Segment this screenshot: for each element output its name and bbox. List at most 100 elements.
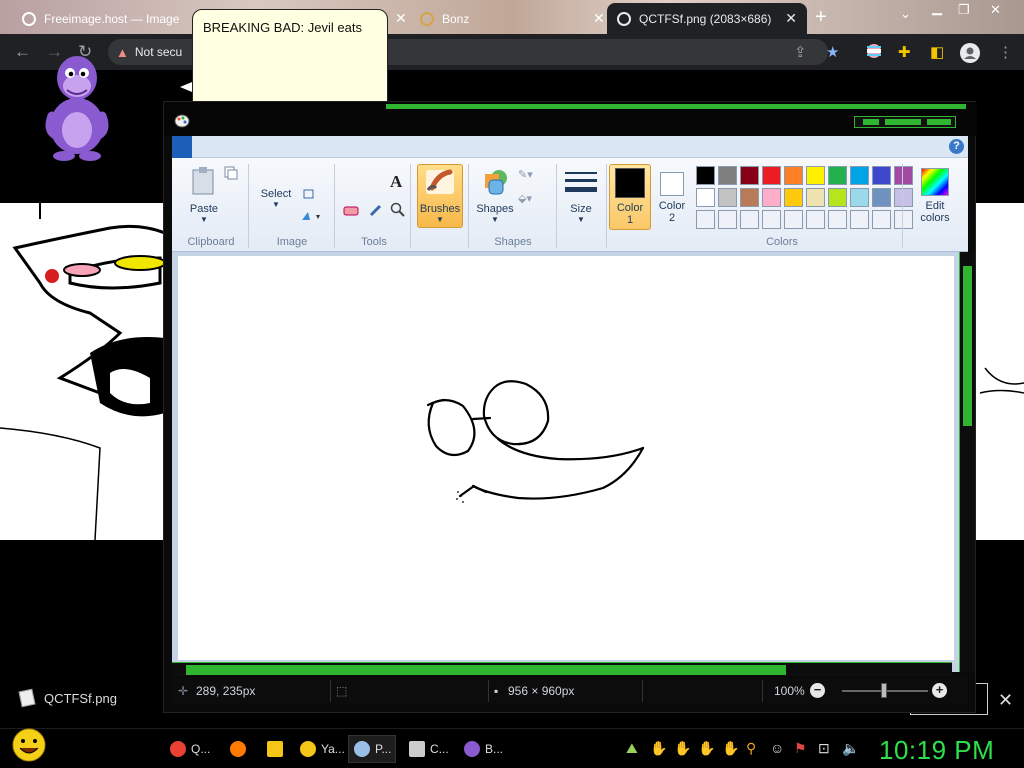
palette-custom-slot[interactable]	[872, 210, 891, 229]
bookmark-star-icon[interactable]: ★	[826, 43, 839, 61]
tab-bonzi-close[interactable]: ✕	[583, 3, 603, 34]
color-picker-button[interactable]	[368, 202, 384, 221]
tab-bonzi[interactable]: Bonz	[410, 3, 480, 34]
horizontal-scrollbar[interactable]	[172, 662, 952, 676]
security-label[interactable]: Not secu	[135, 45, 182, 59]
tab-qctfsf[interactable]: QCTFSf.png (2083×686) ✕	[607, 3, 807, 34]
tab-close-x[interactable]: ✕	[385, 3, 405, 34]
taskbar-bonzi[interactable]: B...	[459, 735, 507, 763]
zoom-out-button[interactable]: −	[810, 683, 825, 698]
palette-custom-slot[interactable]	[718, 210, 737, 229]
color1-content[interactable]: Color 1	[612, 168, 648, 226]
palette-swatch[interactable]	[784, 188, 803, 207]
taskbar-paint[interactable]: P...	[348, 735, 396, 763]
tray-app-icon[interactable]: ✋	[722, 740, 739, 757]
palette-swatch[interactable]	[740, 188, 759, 207]
tray-network-icon[interactable]: ⊡	[818, 740, 830, 757]
tray-app-icon[interactable]: ✋	[674, 740, 691, 757]
palette-custom-slot[interactable]	[828, 210, 847, 229]
magnifier-button[interactable]	[390, 202, 406, 221]
palette-custom-slot[interactable]	[806, 210, 825, 229]
palette-swatch[interactable]	[784, 166, 803, 185]
crop-button[interactable]	[302, 188, 316, 203]
close-window-icon[interactable]: ✕	[990, 2, 1001, 18]
palette-swatch[interactable]	[696, 188, 715, 207]
palette-swatch[interactable]	[872, 166, 891, 185]
close-icon[interactable]: ✕	[785, 10, 797, 27]
outline-button[interactable]: ✎▾	[518, 168, 533, 181]
minimize-icon[interactable]: ▁	[932, 0, 942, 16]
palette-swatch[interactable]	[696, 166, 715, 185]
taskbar-clock[interactable]: 10:19 PM	[879, 735, 994, 766]
shapes-button[interactable]: Shapes ▼	[474, 168, 516, 224]
palette-swatch[interactable]	[718, 188, 737, 207]
download-file-name[interactable]: QCTFSf.png	[44, 691, 117, 706]
paste-button[interactable]: Paste ▼	[184, 166, 224, 224]
copy-button[interactable]	[224, 166, 238, 183]
side-panel-icon[interactable]: ◧	[930, 43, 944, 61]
chevron-down-icon[interactable]: ⌄	[900, 6, 911, 22]
tray-app-icon[interactable]: ✋	[698, 740, 715, 757]
color2-button[interactable]: Color 2	[654, 172, 690, 224]
palette-swatch[interactable]	[828, 166, 847, 185]
palette-swatch[interactable]	[872, 188, 891, 207]
profile-flag-icon[interactable]	[866, 43, 882, 63]
palette-swatch[interactable]	[718, 166, 737, 185]
palette-swatch[interactable]	[850, 166, 869, 185]
palette-swatch[interactable]	[806, 188, 825, 207]
eraser-tool-button[interactable]	[342, 204, 360, 221]
horizontal-scroll-thumb[interactable]	[186, 665, 786, 675]
palette-swatch[interactable]	[762, 188, 781, 207]
close-icon[interactable]: ✕	[998, 690, 1013, 711]
window-controls[interactable]	[854, 116, 956, 128]
start-button[interactable]	[4, 728, 54, 762]
restore-icon[interactable]: ❐	[958, 2, 970, 18]
fill-button[interactable]: ⬙▾	[518, 192, 532, 205]
palette-custom-slot[interactable]	[850, 210, 869, 229]
palette-custom-slot[interactable]	[784, 210, 803, 229]
taskbar-yahoo[interactable]: Ya...	[295, 735, 345, 763]
tray-app-icon[interactable]: ⛰	[626, 740, 638, 757]
menu-dots-icon[interactable]: ⋮	[998, 43, 1013, 61]
palette-swatch[interactable]	[740, 166, 759, 185]
help-icon[interactable]: ?	[949, 139, 964, 154]
bonzi-buddy-character[interactable]	[36, 46, 118, 164]
rotate-button[interactable]	[300, 210, 322, 225]
palette-swatch[interactable]	[806, 166, 825, 185]
paint-app-icon[interactable]	[174, 114, 190, 131]
palette-custom-slot[interactable]	[762, 210, 781, 229]
palette-custom-slot[interactable]	[696, 210, 715, 229]
back-arrow-icon[interactable]: ←	[14, 42, 31, 62]
tray-app-icon[interactable]: ✋	[650, 740, 667, 757]
share-icon[interactable]: ⇪	[794, 43, 807, 61]
close-icon[interactable]: ✕	[395, 10, 405, 27]
text-tool-button[interactable]: A	[390, 172, 402, 192]
tray-chat-icon[interactable]: ☺	[770, 740, 784, 756]
vertical-scrollbar[interactable]	[959, 252, 975, 672]
tray-flag-icon[interactable]: ⚑	[794, 740, 807, 757]
taskbar-cmd[interactable]: C...	[404, 735, 454, 763]
select-button[interactable]: Select ▼	[256, 188, 296, 209]
vertical-scroll-thumb[interactable]	[963, 266, 972, 426]
brushes-button-content[interactable]: Brushes ▼	[419, 168, 461, 224]
tab-freeimage[interactable]: Freeimage.host — Image	[12, 3, 184, 34]
paint-title-bar[interactable]	[164, 102, 977, 136]
edit-colors-button[interactable]: Edit colors	[910, 168, 960, 224]
zoom-slider-knob[interactable]	[881, 683, 887, 698]
download-item[interactable]: QCTFSf.png	[18, 688, 117, 708]
drawing-canvas[interactable]	[178, 256, 954, 660]
new-tab-button[interactable]: +	[815, 6, 827, 29]
close-icon[interactable]: ✕	[593, 10, 603, 27]
taskbar-firefox[interactable]	[225, 735, 251, 763]
taskbar-chrome[interactable]: Q...	[165, 735, 217, 763]
tray-volume-icon[interactable]: 🔈	[842, 740, 859, 757]
extensions-puzzle-icon[interactable]: ✚	[898, 43, 911, 61]
zoom-in-button[interactable]: +	[932, 683, 947, 698]
palette-swatch[interactable]	[762, 166, 781, 185]
tray-search-icon[interactable]: ⚲	[746, 740, 756, 757]
palette-swatch[interactable]	[850, 188, 869, 207]
taskbar-explorer[interactable]	[262, 735, 288, 763]
account-avatar-icon[interactable]	[960, 43, 980, 67]
size-button[interactable]: Size ▼	[560, 168, 602, 224]
paint-menu-button[interactable]	[172, 136, 192, 158]
